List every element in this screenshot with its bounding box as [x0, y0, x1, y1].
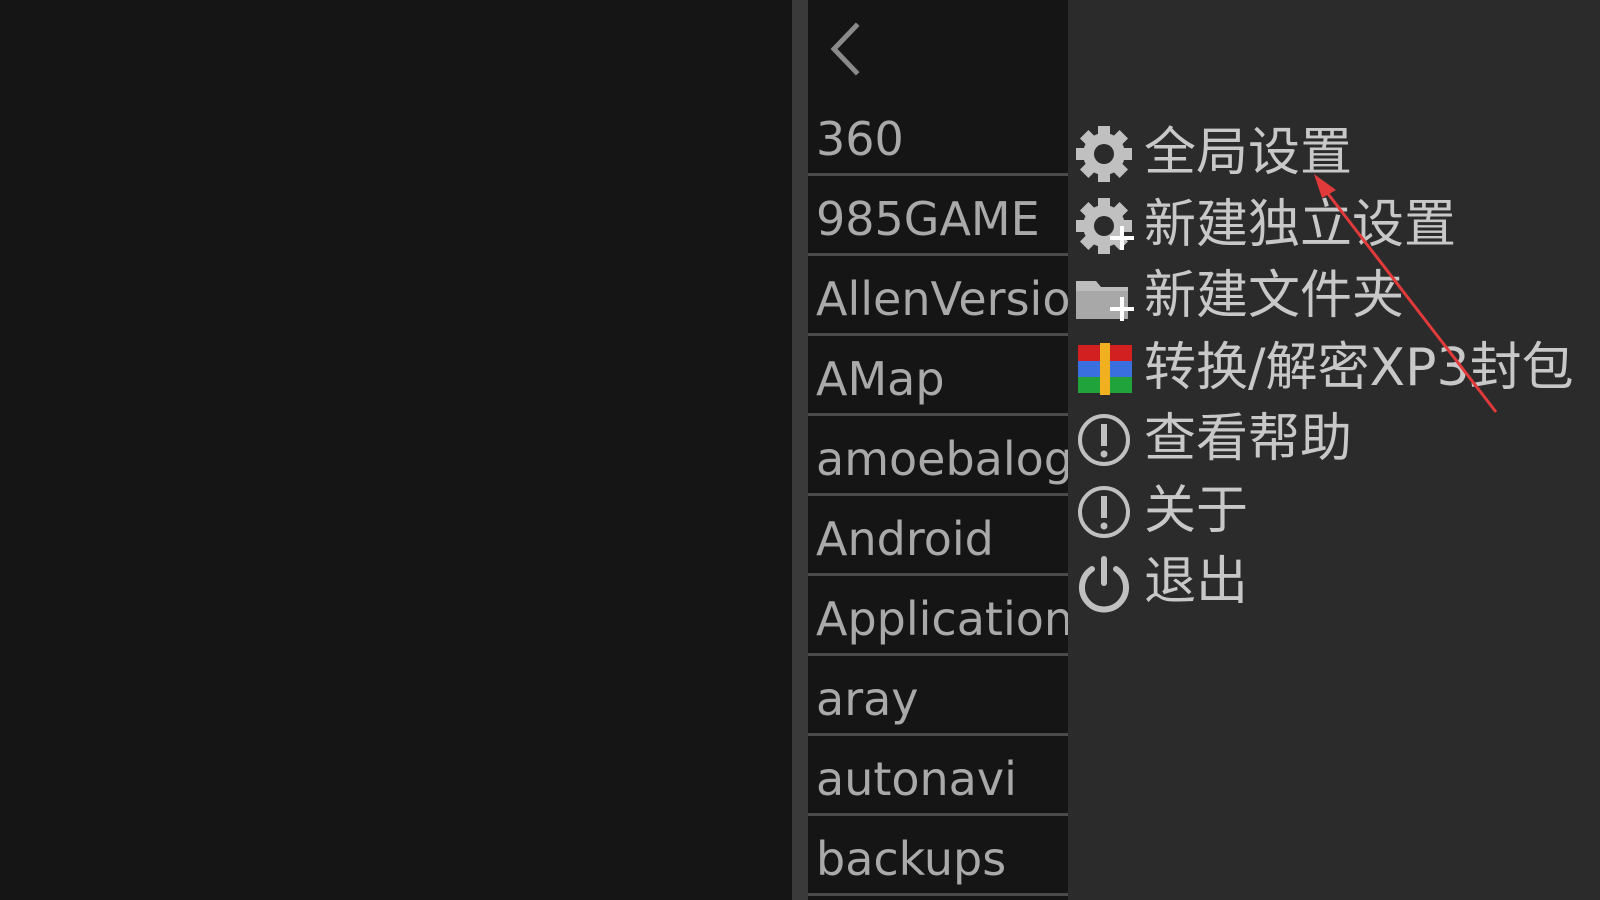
menu-item-label: 转换/解密XP3封包 — [1144, 337, 1574, 398]
folder-item[interactable]: amoebalog — [808, 416, 1068, 496]
folder-item[interactable]: AMap — [808, 336, 1068, 416]
folder-label: backups — [816, 832, 1007, 886]
folder-item[interactable]: autonavi — [808, 736, 1068, 816]
panel-divider[interactable] — [792, 0, 808, 900]
file-browser-panel: 360 985GAME AllenVersion AMap amoebalog … — [808, 0, 1068, 900]
gear-icon — [1074, 124, 1136, 184]
menu-item-label: 新建独立设置 — [1144, 194, 1457, 255]
menu-item-new-standalone-settings[interactable]: 新建独立设置 — [1068, 190, 1600, 262]
archive-icon — [1074, 339, 1136, 399]
menu-item-label: 退出 — [1144, 552, 1249, 612]
back-button[interactable] — [822, 18, 872, 80]
folder-item[interactable]: 985GAME — [808, 176, 1068, 256]
menu-item-exit[interactable]: 退出 — [1068, 547, 1600, 619]
menu-item-label: 查看帮助 — [1144, 409, 1353, 469]
folder-label: 360 — [816, 112, 904, 166]
folder-label: aray — [816, 672, 919, 726]
power-icon — [1074, 553, 1136, 613]
folder-label: AllenVersion — [816, 272, 1068, 326]
folder-item[interactable]: Application — [808, 576, 1068, 656]
folder-label: Android — [816, 512, 994, 566]
folder-item[interactable]: Android — [808, 496, 1068, 576]
options-menu: 全局设置 新建独立设置 新建文件夹 转换/解密XP3封包 查看帮助 关于 退出 — [1068, 118, 1600, 619]
folder-plus-icon — [1074, 267, 1136, 327]
folder-label: amoebalog — [816, 432, 1068, 486]
folder-label: Application — [816, 592, 1068, 646]
menu-item-about[interactable]: 关于 — [1068, 476, 1600, 548]
menu-item-new-folder[interactable]: 新建文件夹 — [1068, 261, 1600, 333]
menu-item-global-settings[interactable]: 全局设置 — [1068, 118, 1600, 190]
info-icon — [1074, 482, 1136, 542]
folder-label: 985GAME — [816, 192, 1040, 246]
menu-item-view-help[interactable]: 查看帮助 — [1068, 404, 1600, 476]
folder-list: 360 985GAME AllenVersion AMap amoebalog … — [808, 98, 1068, 896]
chevron-left-icon — [830, 22, 860, 76]
folder-item[interactable]: aray — [808, 656, 1068, 736]
menu-item-label: 新建文件夹 — [1144, 266, 1405, 326]
folder-item[interactable]: 360 — [808, 98, 1068, 176]
menu-item-label: 全局设置 — [1144, 123, 1353, 183]
folder-item[interactable]: AllenVersion — [808, 256, 1068, 336]
app-window: 360 985GAME AllenVersion AMap amoebalog … — [0, 0, 1600, 900]
info-icon — [1074, 410, 1136, 470]
folder-item[interactable]: backups — [808, 816, 1068, 896]
folder-label: AMap — [816, 352, 945, 406]
menu-item-label: 关于 — [1144, 480, 1249, 541]
options-menu-panel: 全局设置 新建独立设置 新建文件夹 转换/解密XP3封包 查看帮助 关于 退出 — [1068, 0, 1600, 900]
folder-label: autonavi — [816, 752, 1017, 806]
gear-plus-icon — [1074, 196, 1136, 256]
menu-item-convert-decrypt-xp3[interactable]: 转换/解密XP3封包 — [1068, 333, 1600, 405]
empty-content-area — [0, 0, 792, 900]
